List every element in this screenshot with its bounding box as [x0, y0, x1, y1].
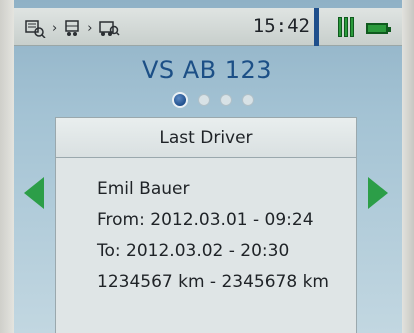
- card-title: Last Driver: [56, 118, 356, 158]
- to-date: To: 2012.03.02 - 20:30: [97, 241, 290, 261]
- device-screen: › › 15:42 VS AB 123 Last Driver Emil Bau…: [0, 0, 414, 333]
- status-divider: [314, 8, 319, 46]
- breadcrumb: › ›: [24, 18, 120, 38]
- last-driver-card: Last Driver Emil Bauer From: 2012.03.01 …: [55, 117, 357, 333]
- page-dot[interactable]: [242, 94, 254, 106]
- arrow-left-icon[interactable]: [24, 177, 44, 209]
- breadcrumb-separator: ›: [87, 20, 93, 36]
- left-bezel: [0, 0, 14, 333]
- vehicle-detail-icon[interactable]: [98, 18, 120, 38]
- from-date: From: 2012.03.01 - 09:24: [97, 210, 314, 230]
- page-indicator: [172, 92, 254, 108]
- arrow-right-icon[interactable]: [368, 177, 388, 209]
- breadcrumb-separator: ›: [52, 20, 58, 36]
- vehicle-plate: VS AB 123: [141, 56, 273, 84]
- right-bezel: [402, 0, 414, 333]
- odometer-range: 1234567 km - 2345678 km: [97, 272, 329, 292]
- signal-bars-icon: [338, 17, 354, 37]
- clock: 15:42: [252, 15, 310, 37]
- page-dot[interactable]: [220, 94, 232, 106]
- battery-icon: [366, 23, 391, 34]
- driver-name: Emil Bauer: [97, 179, 190, 199]
- status-bar: › › 15:42: [14, 8, 402, 46]
- truck-icon[interactable]: [63, 18, 81, 38]
- page-dot-active[interactable]: [172, 92, 188, 108]
- vehicle-list-icon[interactable]: [24, 18, 46, 38]
- card-body: Emil Bauer From: 2012.03.01 - 09:24 To: …: [56, 158, 356, 298]
- page-dot[interactable]: [198, 94, 210, 106]
